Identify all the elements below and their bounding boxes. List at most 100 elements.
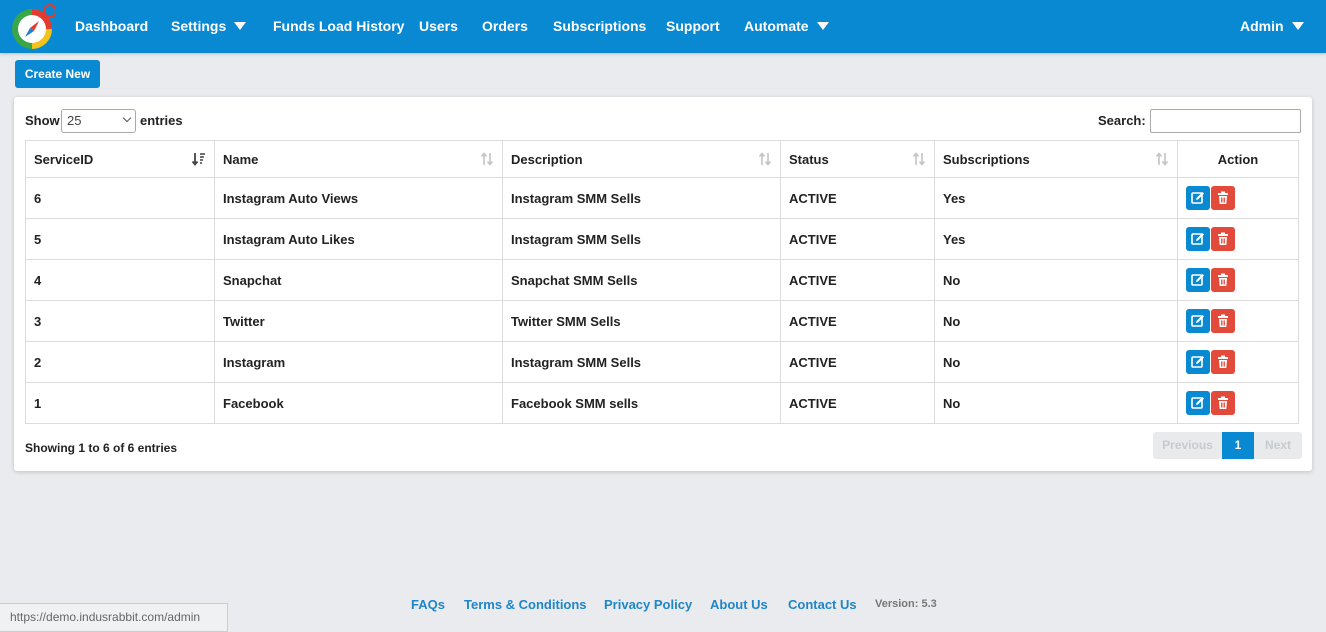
edit-button[interactable] [1186, 227, 1210, 251]
edit-icon [1191, 274, 1204, 286]
cell-subscriptions: No [934, 259, 1178, 301]
cell-action [1177, 382, 1299, 424]
nav-settings[interactable]: Settings [171, 0, 247, 53]
show-label: Show [25, 113, 60, 128]
column-header-serviceid[interactable]: ServiceID [25, 140, 215, 178]
nav-support[interactable]: Support [666, 0, 720, 53]
chevron-down-icon [122, 113, 132, 123]
sort-both-icon [912, 152, 926, 166]
footer-link-about[interactable]: About Us [710, 597, 768, 612]
column-header-description[interactable]: Description [502, 140, 781, 178]
nav-user-menu[interactable]: Admin [1240, 0, 1304, 53]
nav-automate[interactable]: Automate [744, 0, 829, 53]
delete-button[interactable] [1211, 391, 1235, 415]
sort-both-icon [758, 152, 772, 166]
table-row: 4 Snapchat Snapchat SMM Sells ACTIVE No [25, 259, 1299, 301]
cell-status: ACTIVE [780, 218, 935, 260]
cell-action [1177, 300, 1299, 342]
table-info: Showing 1 to 6 of 6 entries [25, 441, 178, 455]
table-header-row: ServiceID Name Description Status Subscr… [25, 140, 1299, 178]
edit-icon [1191, 356, 1204, 368]
cell-status: ACTIVE [780, 382, 935, 424]
cell-action [1177, 177, 1299, 219]
trash-icon [1218, 273, 1228, 286]
cell-subscriptions: No [934, 382, 1178, 424]
nav-users[interactable]: Users [419, 0, 458, 53]
nav-dashboard[interactable]: Dashboard [75, 0, 148, 53]
services-table: ServiceID Name Description Status Subscr… [25, 140, 1299, 424]
cell-description: Facebook SMM sells [502, 382, 781, 424]
cell-subscriptions: Yes [934, 177, 1178, 219]
pagination-next[interactable]: Next [1254, 432, 1302, 459]
cell-name: Facebook [214, 382, 503, 424]
edit-button[interactable] [1186, 309, 1210, 333]
edit-button[interactable] [1186, 186, 1210, 210]
cell-description: Snapchat SMM Sells [502, 259, 781, 301]
column-header-subscriptions[interactable]: Subscriptions [934, 140, 1178, 178]
sort-desc-icon [192, 153, 205, 166]
edit-icon [1191, 192, 1204, 204]
column-header-name[interactable]: Name [214, 140, 503, 178]
cell-subscriptions: No [934, 341, 1178, 383]
trash-icon [1218, 232, 1228, 245]
cell-subscriptions: Yes [934, 218, 1178, 260]
nav-funds-load-history[interactable]: Funds Load History [273, 0, 404, 53]
sort-both-icon [480, 152, 494, 166]
trash-icon [1218, 396, 1228, 409]
delete-button[interactable] [1211, 309, 1235, 333]
column-header-action: Action [1177, 140, 1299, 178]
footer-link-faqs[interactable]: FAQs [411, 597, 445, 612]
column-header-label: Name [223, 151, 259, 167]
column-header-status[interactable]: Status [780, 140, 935, 178]
trash-icon [1218, 191, 1228, 204]
cell-description: Instagram SMM Sells [502, 177, 781, 219]
delete-button[interactable] [1211, 268, 1235, 292]
nav-support-label: Support [666, 18, 720, 34]
column-header-label: Subscriptions [943, 151, 1030, 167]
pagination-page[interactable]: 1 [1222, 432, 1254, 459]
nav-dashboard-label: Dashboard [75, 18, 149, 34]
footer-link-contact[interactable]: Contact Us [788, 597, 857, 612]
edit-button[interactable] [1186, 268, 1210, 292]
cell-serviceid: 2 [25, 341, 215, 383]
delete-button[interactable] [1211, 186, 1235, 210]
pagination-previous[interactable]: Previous [1153, 432, 1222, 459]
caret-down-icon [1291, 22, 1304, 31]
cell-name: Snapchat [214, 259, 503, 301]
delete-button[interactable] [1211, 350, 1235, 374]
edit-button[interactable] [1186, 391, 1210, 415]
cell-status: ACTIVE [780, 341, 935, 383]
table-row: 1 Facebook Facebook SMM sells ACTIVE No [25, 382, 1299, 424]
edit-button[interactable] [1186, 350, 1210, 374]
nav-subscriptions-label: Subscriptions [553, 18, 647, 34]
column-header-label: Status [789, 151, 829, 167]
create-new-button[interactable]: Create New [15, 60, 100, 88]
table-row: 3 Twitter Twitter SMM Sells ACTIVE No [25, 300, 1299, 342]
cell-action [1177, 218, 1299, 260]
search-label: Search: [1098, 113, 1146, 128]
cell-name: Instagram Auto Views [214, 177, 503, 219]
column-header-label: Action [1217, 151, 1259, 167]
nav-orders[interactable]: Orders [482, 0, 528, 53]
cell-serviceid: 1 [25, 382, 215, 424]
table-row: 6 Instagram Auto Views Instagram SMM Sells… [25, 177, 1299, 219]
cell-status: ACTIVE [780, 177, 935, 219]
pagination: Previous 1 Next [1153, 432, 1302, 459]
version-label: Version: 5.3 [875, 598, 937, 610]
page-length-select[interactable]: 25 [61, 109, 136, 133]
footer-link-terms[interactable]: Terms & Conditions [464, 597, 587, 612]
caret-down-icon [234, 22, 247, 31]
cell-serviceid: 3 [25, 300, 215, 342]
footer-link-privacy[interactable]: Privacy Policy [604, 597, 692, 612]
compass-logo-icon[interactable] [10, 4, 56, 50]
search-input[interactable] [1150, 109, 1301, 133]
delete-button[interactable] [1211, 227, 1235, 251]
cell-serviceid: 5 [25, 218, 215, 260]
cell-subscriptions: No [934, 300, 1178, 342]
table-row: 5 Instagram Auto Likes Instagram SMM Sells… [25, 218, 1299, 260]
status-bar-url: https://demo.indusrabbit.com/admin [0, 603, 228, 632]
nav-orders-label: Orders [482, 18, 528, 34]
nav-subscriptions[interactable]: Subscriptions [553, 0, 646, 53]
table-row: 2 Instagram Instagram SMM Sells ACTIVE No [25, 341, 1299, 383]
edit-icon [1191, 397, 1204, 409]
